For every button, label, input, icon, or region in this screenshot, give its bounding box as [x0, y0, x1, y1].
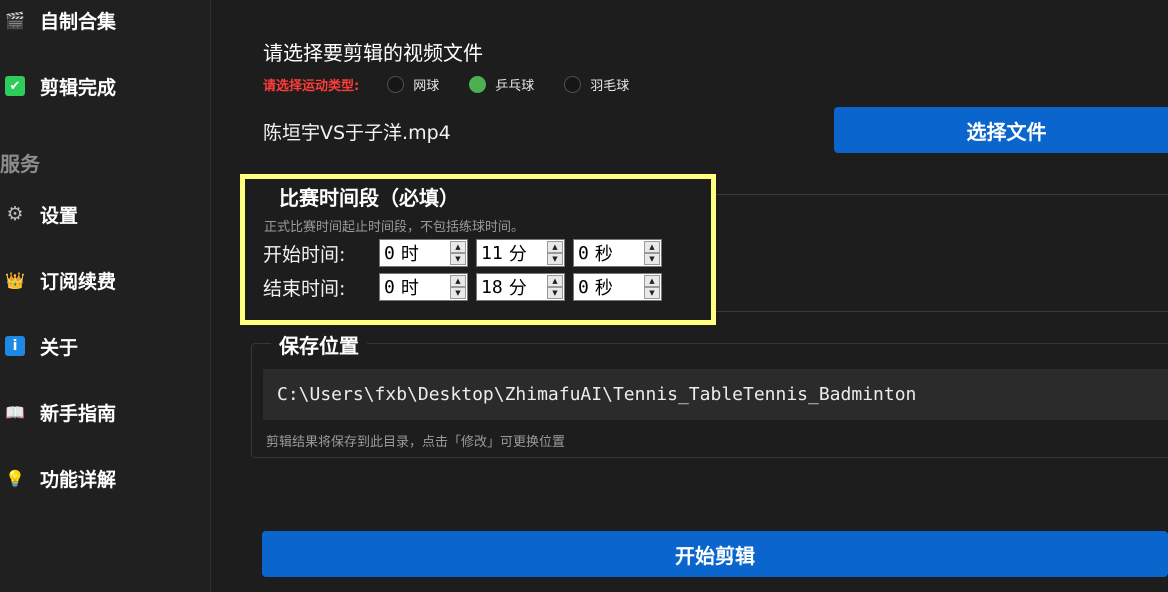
- highlight-box: [240, 174, 716, 325]
- crown-icon: 👑: [5, 270, 25, 290]
- checkbox-icon: ✔: [5, 76, 25, 96]
- radio-label: 网球: [413, 78, 440, 94]
- sidebar-item-beginner-guide[interactable]: 📖 新手指南: [0, 392, 210, 432]
- info-icon: i: [5, 336, 25, 356]
- sidebar-item-feature-details[interactable]: 💡 功能详解: [0, 458, 210, 498]
- radio-label: 羽毛球: [590, 78, 630, 94]
- divider: [716, 311, 1168, 312]
- gear-icon: ⚙: [6, 203, 24, 225]
- radio-tennis[interactable]: 网球: [387, 75, 439, 94]
- sidebar-item-label: 设置: [40, 204, 79, 227]
- sidebar-item-label: 关于: [40, 336, 79, 359]
- sidebar-item-label: 订阅续费: [40, 270, 117, 293]
- sidebar-item-custom-collection[interactable]: 🎬 自制合集: [0, 0, 210, 40]
- save-location-title: 保存位置: [271, 330, 367, 359]
- divider: [716, 194, 1168, 195]
- lightbulb-icon: 💡: [5, 468, 25, 488]
- sidebar-section-services: 服务: [0, 152, 40, 176]
- sidebar-item-subscription[interactable]: 👑 订阅续费: [0, 260, 210, 300]
- save-location-hint: 剪辑结果将保存到此目录，点击「修改」可更换位置: [266, 435, 566, 450]
- clapperboard-icon: 🎬: [5, 10, 25, 30]
- sport-type-selector: 请选择运动类型: 网球 乒乓球 羽毛球: [263, 72, 659, 96]
- sidebar: 🎬 自制合集 ✔ 剪辑完成 服务 ⚙ 设置 👑 订阅续费 i 关于 📖 新手指南…: [0, 0, 211, 592]
- radio-button[interactable]: [387, 75, 405, 93]
- sidebar-item-label: 自制合集: [40, 10, 117, 33]
- selected-filename: 陈垣宇VS于子洋.mp4: [263, 122, 451, 144]
- radio-button[interactable]: [564, 75, 582, 93]
- radio-badminton[interactable]: 羽毛球: [564, 75, 629, 94]
- select-file-button[interactable]: 选择文件: [834, 107, 1168, 153]
- radio-label: 乒乓球: [495, 78, 535, 94]
- sidebar-item-settings[interactable]: ⚙ 设置: [0, 194, 210, 234]
- file-select-title: 请选择要剪辑的视频文件: [263, 41, 483, 65]
- radio-table-tennis[interactable]: 乒乓球: [469, 75, 534, 94]
- sidebar-item-label: 功能详解: [40, 468, 117, 491]
- main-panel: 请选择要剪辑的视频文件 请选择运动类型: 网球 乒乓球 羽毛球 陈垣宇VS于子洋…: [211, 0, 1168, 592]
- book-icon: 📖: [5, 402, 25, 422]
- save-path-field[interactable]: C:\Users\fxb\Desktop\ZhimafuAI\Tennis_Ta…: [263, 369, 1168, 420]
- sidebar-item-label: 新手指南: [40, 402, 117, 425]
- sport-type-label: 请选择运动类型:: [263, 78, 360, 94]
- radio-button[interactable]: [469, 75, 487, 93]
- sidebar-item-label: 剪辑完成: [40, 76, 117, 99]
- sidebar-item-about[interactable]: i 关于: [0, 326, 210, 366]
- sidebar-item-edit-complete[interactable]: ✔ 剪辑完成: [0, 66, 210, 106]
- start-editing-button[interactable]: 开始剪辑: [262, 531, 1168, 577]
